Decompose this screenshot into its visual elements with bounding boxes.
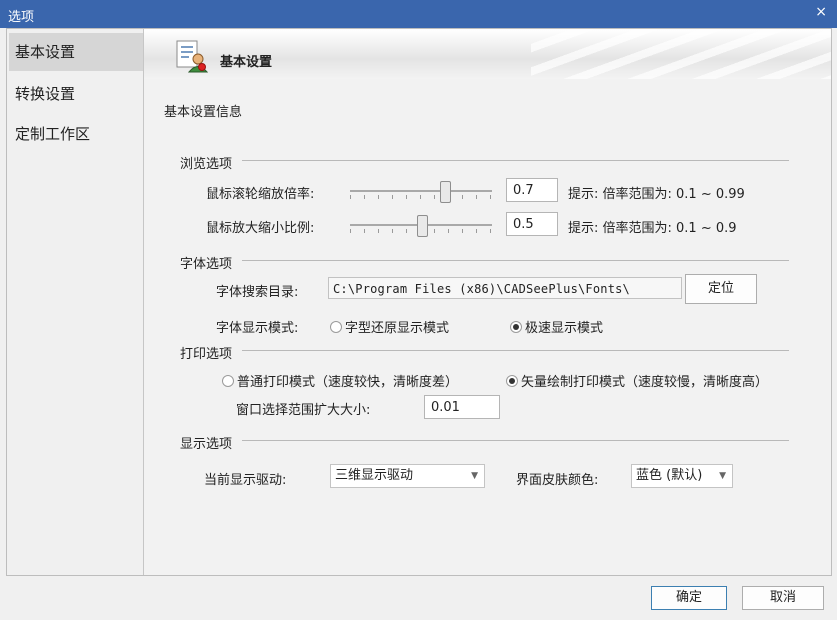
display-driver-label: 当前显示驱动: [204,473,287,488]
font-mode-restore-label: 字型还原显示模式 [345,321,450,336]
sidebar-item-basic-settings[interactable]: 基本设置 [9,33,143,71]
print-vector-label: 矢量绘制打印模式（速度较慢，清晰度高） [521,375,769,390]
window-title: 选项 [8,10,35,25]
page-subtitle: 基本设置信息 [164,105,243,120]
cancel-button[interactable]: 取消 [742,586,824,610]
banner-title: 基本设置 [220,55,273,70]
wheel-zoom-input[interactable]: 0.7 [506,178,558,202]
font-mode-label: 字体显示模式: [216,321,299,336]
font-group-divider [242,260,789,261]
banner-decoration [531,29,831,79]
wheel-zoom-slider-ticks [350,195,492,199]
radio-circle-icon [222,374,234,387]
sidebar-item-label: 基本设置 [15,43,76,61]
radio-circle-icon [330,320,342,333]
font-mode-restore-radio[interactable]: 字型还原显示模式 [330,317,449,336]
print-normal-radio[interactable]: 普通打印模式（速度较快，清晰度差） [222,371,458,390]
skin-color-label: 界面皮肤颜色: [516,473,599,488]
font-mode-fast-radio[interactable]: 极速显示模式 [510,317,603,336]
wheel-zoom-label: 鼠标滚轮缩放倍率: [206,187,315,202]
skin-color-value: 蓝色 (默认) [636,468,703,483]
dialog-frame: 基本设置 转换设置 定制工作区 基本设置 基本设置信息 浏览选项 鼠标滚轮缩放倍… [6,28,832,576]
wheel-zoom-slider-track [350,190,492,192]
sidebar-item-conversion-settings[interactable]: 转换设置 [9,75,143,113]
zoom-ratio-input[interactable]: 0.5 [506,212,558,236]
ok-button[interactable]: 确定 [651,586,727,610]
chevron-down-icon: ▼ [471,471,478,481]
zoom-ratio-hint: 提示: 倍率范围为: 0.1 ~ 0.9 [568,221,737,236]
close-icon[interactable]: × [815,4,827,20]
window-range-input[interactable]: 0.01 [424,395,500,419]
sidebar-item-custom-workspace[interactable]: 定制工作区 [9,115,143,153]
window-range-label: 窗口选择范围扩大大小: [236,403,371,418]
title-bar: 选项 × [0,0,837,28]
font-mode-fast-label: 极速显示模式 [525,321,604,336]
zoom-ratio-label: 鼠标放大缩小比例: [206,221,315,236]
browse-group-header: 浏览选项 [180,157,233,172]
radio-circle-icon [510,320,522,333]
skin-color-select[interactable]: 蓝色 (默认) ▼ [631,464,733,488]
radio-circle-icon [506,374,518,387]
font-dir-label: 字体搜索目录: [216,285,299,300]
font-dir-input[interactable]: C:\Program Files (x86)\CADSeePlus\Fonts\ [328,277,682,299]
print-vector-radio[interactable]: 矢量绘制打印模式（速度较慢，清晰度高） [506,371,768,390]
sidebar-item-label: 转换设置 [15,85,76,103]
print-group-header: 打印选项 [180,347,233,362]
section-banner: 基本设置 [144,29,831,79]
wheel-zoom-slider-thumb[interactable] [440,181,452,203]
display-group-divider [242,440,789,441]
settings-user-icon [176,40,208,73]
display-driver-select[interactable]: 三维显示驱动 ▼ [330,464,485,488]
locate-button[interactable]: 定位 [685,274,757,304]
print-group-divider [242,350,789,351]
display-group-header: 显示选项 [180,437,233,452]
browse-group-divider [242,160,789,161]
sidebar-item-label: 定制工作区 [15,125,91,143]
wheel-zoom-hint: 提示: 倍率范围为: 0.1 ~ 0.99 [568,187,745,202]
content-panel: 基本设置 基本设置信息 浏览选项 鼠标滚轮缩放倍率: 0.7 提示: 倍率范围为… [144,29,831,575]
sidebar: 基本设置 转换设置 定制工作区 [7,29,144,575]
font-group-header: 字体选项 [180,257,233,272]
zoom-ratio-slider-thumb[interactable] [416,215,428,237]
print-normal-label: 普通打印模式（速度较快，清晰度差） [237,375,459,390]
chevron-down-icon: ▼ [719,471,726,481]
display-driver-value: 三维显示驱动 [335,468,414,483]
